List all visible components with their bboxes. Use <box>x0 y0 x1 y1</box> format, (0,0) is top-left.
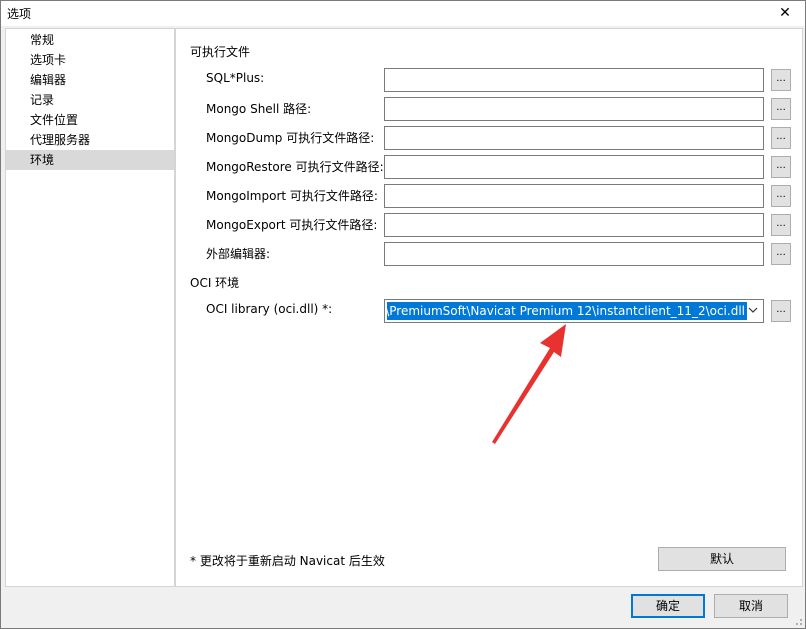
sidebar-item-general[interactable]: 常规 <box>6 30 174 50</box>
oci-library-label: OCI library (oci.dll) *: <box>206 302 333 316</box>
sidebar-item-label: 常规 <box>30 33 55 47</box>
oci-group-title: OCI 环境 <box>190 276 240 290</box>
sidebar-item-label: 环境 <box>30 153 55 167</box>
resize-grip-icon[interactable] <box>791 614 803 626</box>
options-dialog: 选项 ✕ 常规 选项卡 编辑器 记录 文件位置 代理服务器 环境 可执行文件 S… <box>0 0 806 629</box>
annotation-arrow-icon <box>492 324 566 444</box>
mongodump-label: MongoDump 可执行文件路径: <box>206 131 375 145</box>
mongodump-path-input[interactable] <box>384 126 764 150</box>
sidebar-item-tabs[interactable]: 选项卡 <box>6 50 174 70</box>
chevron-down-icon <box>748 307 758 313</box>
window-title: 选项 <box>7 7 32 21</box>
mongoexport-path-input[interactable] <box>384 213 764 237</box>
sidebar-item-label: 选项卡 <box>30 53 67 67</box>
options-sidebar: 常规 选项卡 编辑器 记录 文件位置 代理服务器 环境 <box>5 28 175 587</box>
sidebar-item-records[interactable]: 记录 <box>6 90 174 110</box>
sidebar-item-editor[interactable]: 编辑器 <box>6 70 174 90</box>
mongorestore-path-input[interactable] <box>384 155 764 179</box>
sidebar-item-environment[interactable]: 环境 <box>6 150 174 170</box>
close-icon: ✕ <box>779 5 791 21</box>
sqlplus-browse-button[interactable]: ... <box>771 69 791 91</box>
mongoimport-path-input[interactable] <box>384 184 764 208</box>
close-button[interactable]: ✕ <box>765 1 805 26</box>
external-editor-browse-button[interactable]: ... <box>771 243 791 265</box>
ok-button[interactable]: 确定 <box>631 594 705 618</box>
sidebar-item-label: 文件位置 <box>30 113 79 127</box>
default-button[interactable]: 默认 <box>658 547 786 571</box>
mongoexport-label: MongoExport 可执行文件路径: <box>206 218 378 232</box>
mongorestore-label: MongoRestore 可执行文件路径: <box>206 160 384 174</box>
external-editor-path-input[interactable] <box>384 242 764 266</box>
mongodump-browse-button[interactable]: ... <box>771 127 791 149</box>
mongo-shell-browse-button[interactable]: ... <box>771 98 791 120</box>
sidebar-item-label: 编辑器 <box>30 73 67 87</box>
environment-panel: 可执行文件 SQL*Plus: ... Mongo Shell 路径: ... … <box>175 28 803 587</box>
sidebar-item-proxy[interactable]: 代理服务器 <box>6 130 174 150</box>
external-editor-label: 外部编辑器: <box>206 247 271 261</box>
mongoimport-label: MongoImport 可执行文件路径: <box>206 189 378 203</box>
mongo-shell-path-input[interactable] <box>384 97 764 121</box>
title-bar: 选项 ✕ <box>1 1 805 26</box>
mongoimport-browse-button[interactable]: ... <box>771 185 791 207</box>
mongoexport-browse-button[interactable]: ... <box>771 214 791 236</box>
oci-browse-button[interactable]: ... <box>771 300 791 322</box>
mongorestore-browse-button[interactable]: ... <box>771 156 791 178</box>
sidebar-item-label: 代理服务器 <box>30 133 91 147</box>
mongo-shell-label: Mongo Shell 路径: <box>206 102 312 116</box>
sidebar-item-label: 记录 <box>30 93 55 107</box>
sqlplus-label: SQL*Plus: <box>206 71 265 85</box>
executables-group-title: 可执行文件 <box>190 45 251 59</box>
sqlplus-path-input[interactable] <box>384 68 764 92</box>
sidebar-item-file-location[interactable]: 文件位置 <box>6 110 174 130</box>
cancel-button[interactable]: 取消 <box>714 594 788 618</box>
restart-note: * 更改将于重新启动 Navicat 后生效 <box>190 554 385 568</box>
